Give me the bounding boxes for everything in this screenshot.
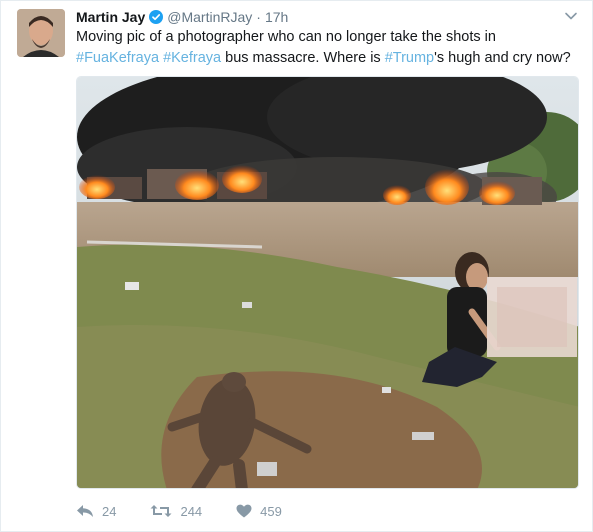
tweet-photo[interactable]: [76, 76, 579, 489]
scene-photo: [77, 77, 578, 488]
chevron-down-icon[interactable]: [564, 9, 578, 23]
heart-icon: [236, 504, 252, 518]
author-name[interactable]: Martin Jay: [76, 9, 145, 25]
reply-icon: [76, 504, 94, 518]
hashtag-link[interactable]: #Trump: [385, 50, 434, 66]
separator-dot: ·: [256, 9, 261, 25]
tweet-card[interactable]: Martin Jay @MartinRJay · 17h Moving pic …: [0, 0, 593, 532]
avatar-photo: [17, 9, 65, 57]
reply-count: 24: [102, 503, 117, 519]
retweet-count: 244: [180, 503, 203, 519]
author-handle[interactable]: @MartinRJay: [167, 9, 252, 25]
retweet-icon: [150, 504, 172, 518]
hashtag-link[interactable]: #FuaKefraya: [76, 50, 159, 66]
tweet-text-part: 's hugh and cry now?: [434, 50, 571, 66]
tweet-text-part: bus massacre. Where is: [221, 50, 385, 66]
like-button[interactable]: 459: [236, 504, 282, 519]
verified-badge-icon: [149, 10, 164, 24]
tweet-text: Moving pic of a photographer who can no …: [76, 27, 581, 69]
avatar[interactable]: [17, 9, 65, 57]
tweet-header: Martin Jay @MartinRJay · 17h: [76, 7, 288, 27]
reply-button[interactable]: 24: [76, 504, 116, 519]
tweet-text-part: Moving pic of a photographer who can no …: [76, 29, 496, 45]
like-count: 459: [260, 503, 282, 519]
hashtag-link[interactable]: #Kefraya: [163, 50, 221, 66]
tweet-actions: 24 244 459: [76, 498, 316, 524]
retweet-button[interactable]: 244: [150, 504, 202, 519]
timestamp[interactable]: 17h: [265, 9, 288, 25]
